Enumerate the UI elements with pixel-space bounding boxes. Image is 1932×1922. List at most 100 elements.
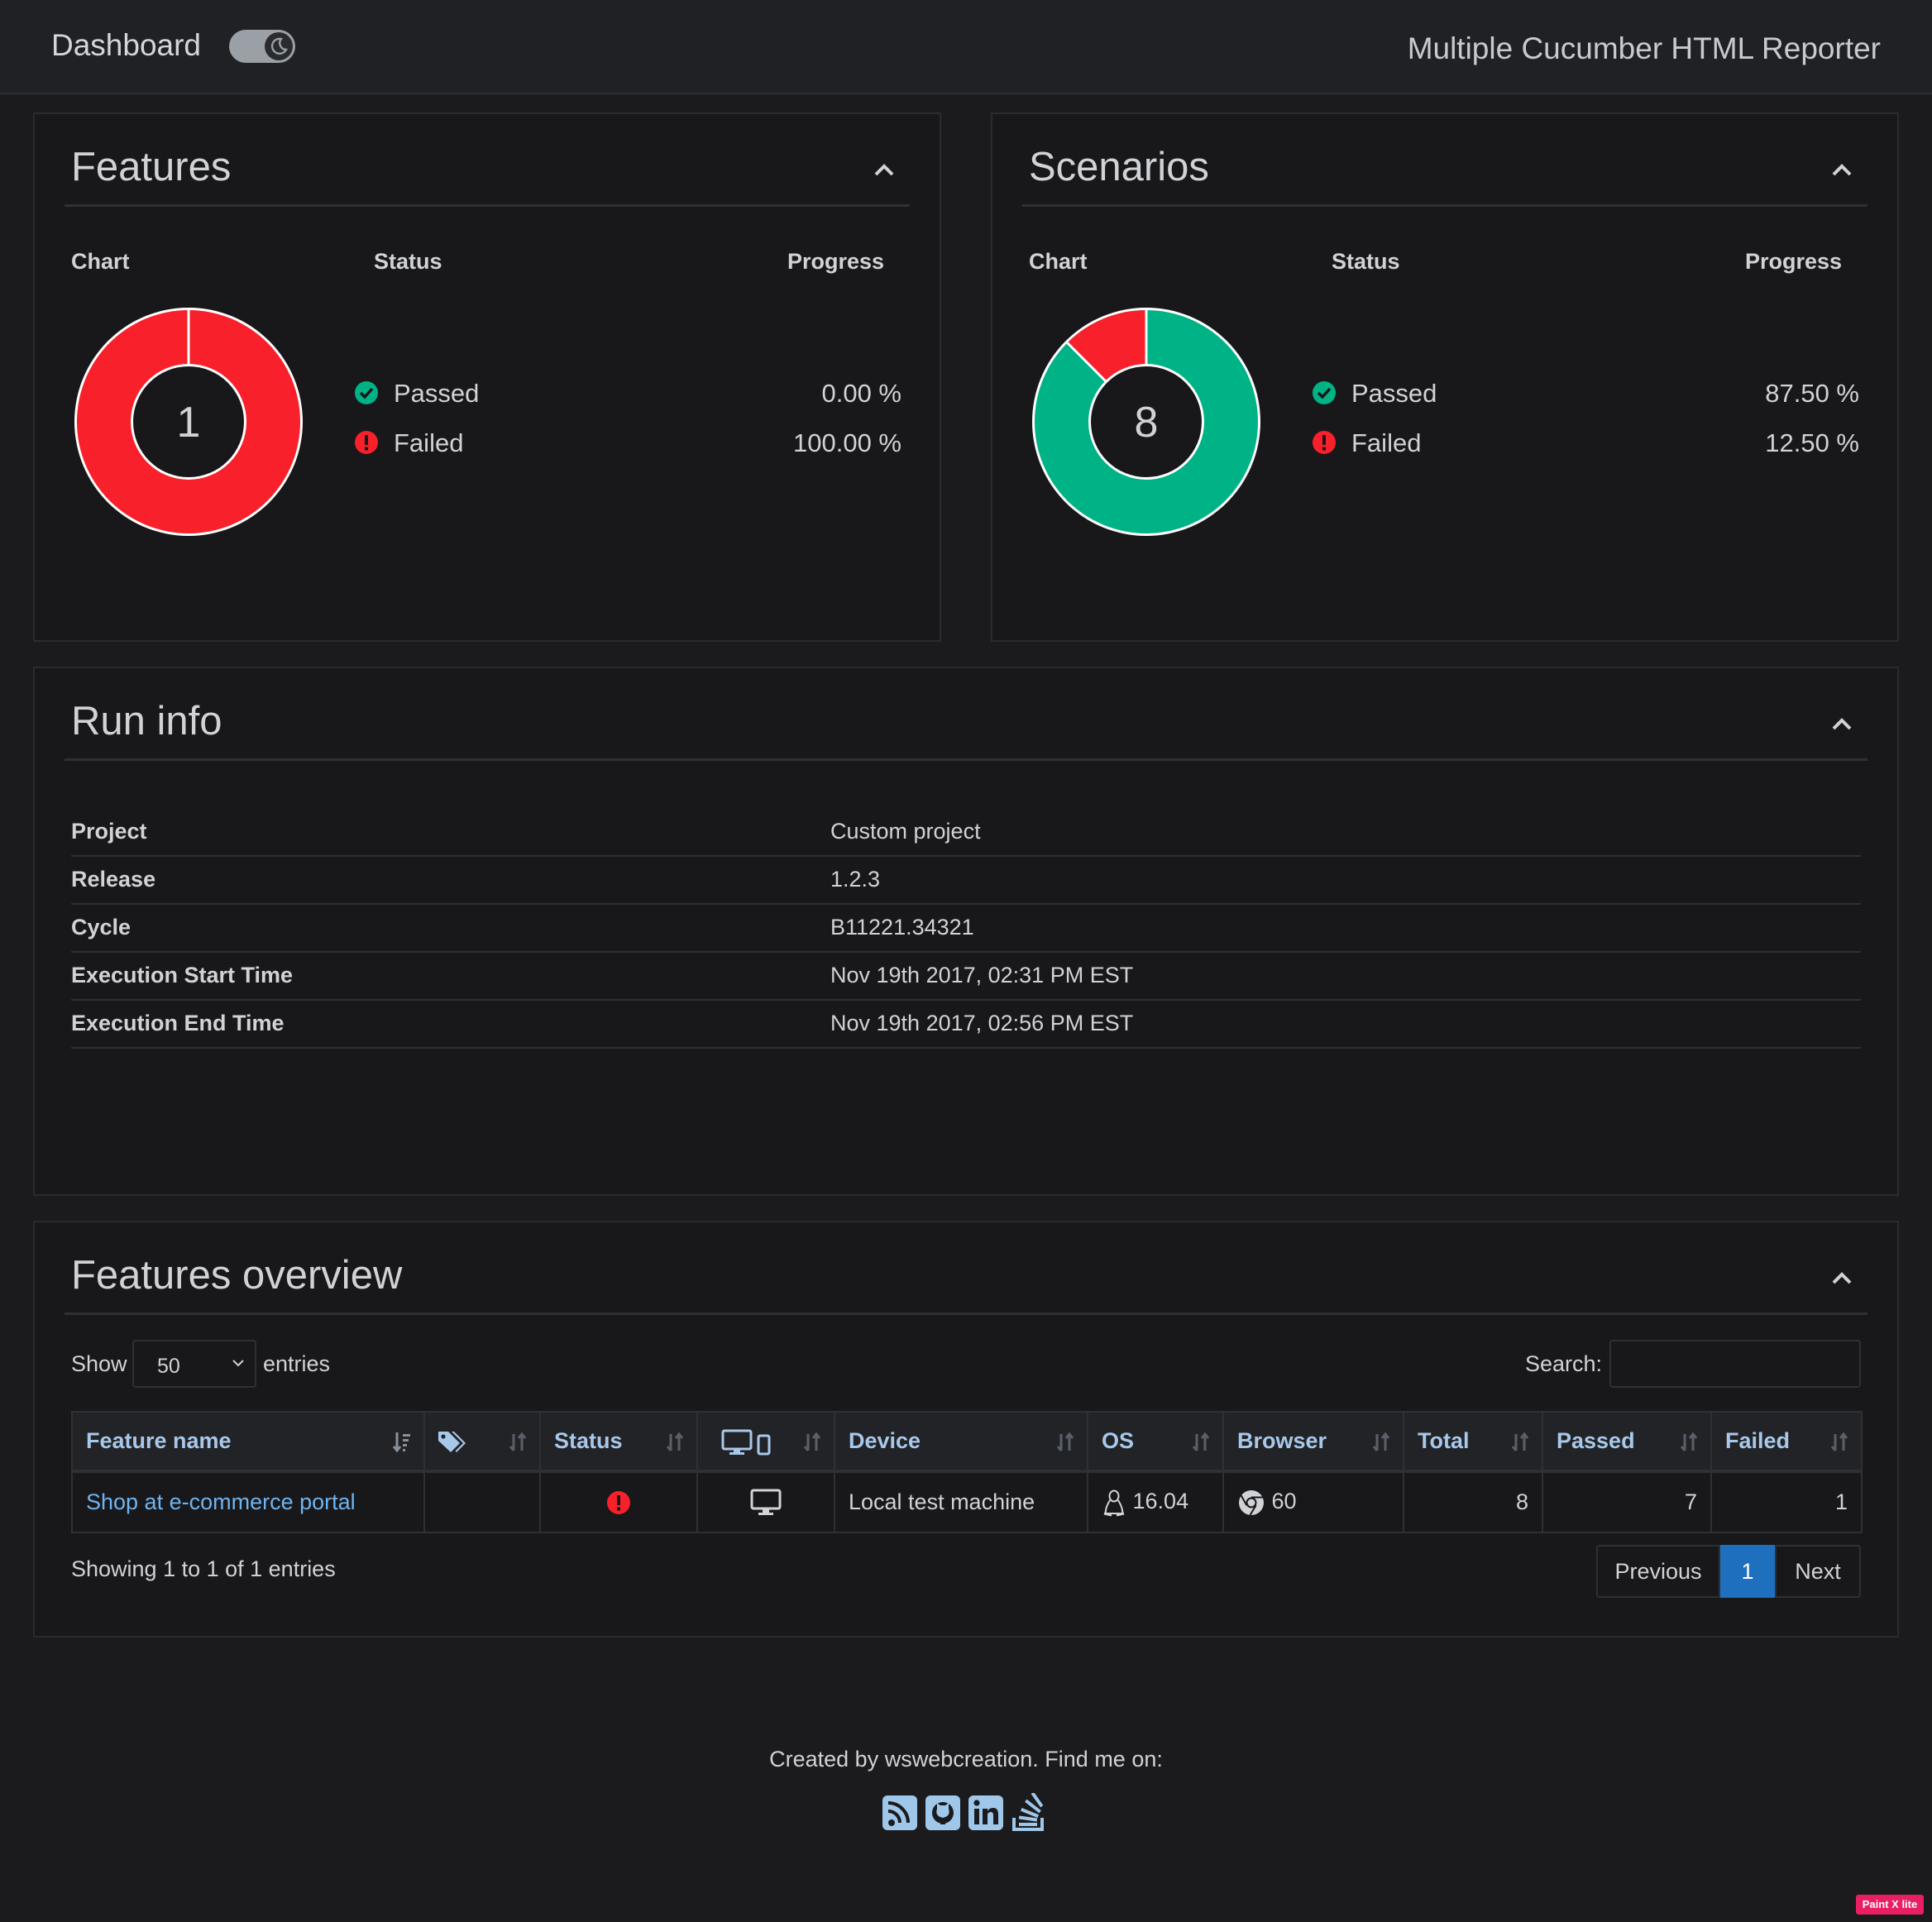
sort-icon	[1056, 1432, 1074, 1451]
th-browser[interactable]: Browser	[1222, 1411, 1404, 1472]
linkedin-icon[interactable]	[968, 1793, 1004, 1833]
legend-passed-label: Passed	[1351, 379, 1437, 408]
cell-tags	[423, 1470, 541, 1533]
th-failed[interactable]: Failed	[1710, 1411, 1863, 1472]
cell-passed: 7	[1542, 1470, 1712, 1533]
th-device-type[interactable]	[696, 1411, 835, 1472]
panel-title: Run info	[71, 699, 222, 743]
col-header-status: Status	[1332, 249, 1400, 274]
moon-icon	[265, 32, 293, 60]
chevron-down-icon	[232, 1360, 244, 1367]
chevron-up-icon[interactable]	[1829, 1265, 1854, 1290]
run-info-row: Execution Start Time Nov 19th 2017, 02:31…	[71, 951, 1861, 1001]
th-total[interactable]: Total	[1403, 1411, 1543, 1472]
divider	[65, 204, 910, 207]
check-circle-icon	[355, 381, 378, 404]
sort-icon	[1511, 1432, 1529, 1451]
page-size-select[interactable]: 50	[132, 1340, 256, 1388]
sort-icon	[1830, 1432, 1848, 1451]
run-info-row: Cycle B11221.34321	[71, 903, 1861, 953]
panel-title: Features	[71, 145, 232, 189]
check-circle-icon	[1313, 381, 1336, 404]
run-info-value: 1.2.3	[830, 867, 881, 892]
divider	[65, 758, 1867, 761]
th-passed[interactable]: Passed	[1542, 1411, 1712, 1472]
sort-icon	[1680, 1432, 1698, 1451]
page-size-value: 50	[157, 1355, 180, 1378]
desktop-icon	[750, 1489, 782, 1515]
report-title: Multiple Cucumber HTML Reporter	[1407, 31, 1881, 65]
run-info-key: Project	[71, 819, 147, 844]
th-status-label: Status	[554, 1428, 623, 1453]
chevron-up-icon[interactable]	[1829, 711, 1854, 736]
exclamation-circle-icon	[607, 1491, 630, 1515]
desktop-mobile-icon	[721, 1429, 771, 1456]
previous-button[interactable]: Previous	[1596, 1545, 1720, 1598]
donut-total: 8	[1135, 399, 1159, 447]
passed-percentage: 0.00 %	[821, 379, 901, 408]
stackoverflow-icon[interactable]	[1011, 1793, 1047, 1833]
run-info-row: Project Custom project	[71, 807, 1861, 857]
th-feature-name[interactable]: Feature name	[71, 1411, 425, 1472]
top-navbar: Dashboard Multiple Cucumber HTML Reporte…	[0, 0, 1932, 94]
panel-title: Scenarios	[1029, 145, 1209, 189]
rss-icon[interactable]	[882, 1793, 918, 1833]
search-label: Search:	[1525, 1351, 1603, 1376]
features-table: Feature name Status Device OS Browser To…	[71, 1411, 1863, 1533]
tags-icon	[438, 1432, 466, 1452]
dark-mode-toggle[interactable]	[229, 30, 295, 63]
th-os-label: OS	[1102, 1428, 1135, 1453]
col-header-progress: Progress	[1745, 249, 1843, 274]
github-icon[interactable]	[925, 1793, 961, 1833]
scenarios-donut-chart: 8	[1032, 308, 1260, 536]
passed-percentage: 87.50 %	[1765, 379, 1859, 408]
run-info-value: Nov 19th 2017, 02:31 PM EST	[830, 963, 1134, 987]
divider	[1022, 204, 1867, 207]
run-info-row: Execution End Time Nov 19th 2017, 02:56 P…	[71, 999, 1861, 1049]
sort-icon	[1192, 1432, 1210, 1451]
cell-browser: 60	[1222, 1470, 1404, 1533]
th-device[interactable]: Device	[834, 1411, 1088, 1472]
th-device-label: Device	[849, 1428, 921, 1453]
cell-os: 16.04	[1087, 1470, 1224, 1533]
navbar-brand[interactable]: Dashboard	[51, 28, 201, 63]
social-links	[882, 1793, 1047, 1833]
table-header-row: Feature name Status Device OS Browser To…	[71, 1411, 1863, 1472]
col-header-chart: Chart	[71, 249, 130, 274]
cell-status	[539, 1470, 698, 1533]
chevron-up-icon[interactable]	[1829, 157, 1854, 182]
th-tags[interactable]	[423, 1411, 541, 1472]
footer-text: Created by wswebcreation. Find me on:	[769, 1747, 1163, 1771]
divider	[65, 1312, 1867, 1315]
sort-icon	[803, 1432, 821, 1451]
th-total-label: Total	[1418, 1428, 1470, 1453]
features-overview-panel: Features overview Show 50 entries Search…	[33, 1221, 1899, 1638]
th-browser-label: Browser	[1237, 1428, 1327, 1453]
th-feature-name-label: Feature name	[86, 1428, 232, 1453]
linux-icon	[1103, 1489, 1125, 1516]
cell-device: Local test machine	[834, 1470, 1088, 1533]
failed-percentage: 12.50 %	[1765, 428, 1859, 457]
cell-failed: 1	[1710, 1470, 1863, 1533]
donut-total: 1	[177, 399, 201, 447]
panel-title: Features overview	[71, 1253, 403, 1298]
page-1-button[interactable]: 1	[1720, 1545, 1775, 1598]
run-info-key: Execution Start Time	[71, 963, 294, 987]
col-header-chart: Chart	[1029, 249, 1088, 274]
run-info-key: Release	[71, 867, 156, 892]
search-input[interactable]	[1609, 1340, 1861, 1388]
next-button[interactable]: Next	[1775, 1545, 1861, 1598]
os-version: 16.04	[1132, 1488, 1189, 1513]
features-donut-chart: 1	[74, 308, 303, 536]
feature-link[interactable]: Shop at e-commerce portal	[86, 1489, 356, 1514]
sort-ascending-icon	[392, 1432, 410, 1453]
table-info: Showing 1 to 1 of 1 entries	[71, 1556, 336, 1581]
th-status[interactable]: Status	[539, 1411, 698, 1472]
chrome-icon	[1239, 1489, 1264, 1516]
features-panel: Features Chart Status Progress 1 Passed …	[33, 112, 941, 642]
legend-failed-label: Failed	[1351, 428, 1422, 457]
table-row: Shop at e-commerce portal Local test mac…	[71, 1470, 1863, 1533]
show-label: Show	[71, 1351, 127, 1376]
th-os[interactable]: OS	[1087, 1411, 1224, 1472]
chevron-up-icon[interactable]	[872, 157, 897, 182]
